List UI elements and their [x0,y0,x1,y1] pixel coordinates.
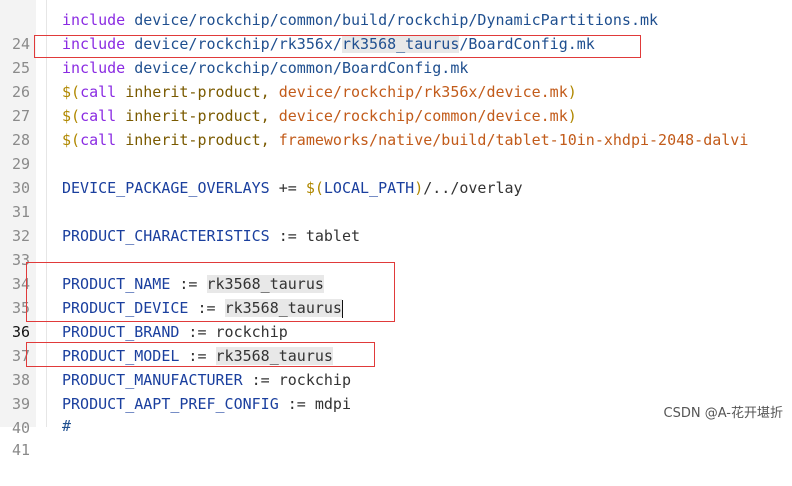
annotation-box-model [26,342,375,367]
operator: := [242,371,279,389]
paren: ) [414,179,424,197]
code-text: /../overlay [423,179,523,197]
code-line[interactable]: 33 PRODUCT_CHARACTERISTICS := tablet [0,224,792,269]
paren: $( [62,107,81,125]
code-line[interactable]: 30 [0,152,792,197]
code-line[interactable]: 37 PRODUCT_BRAND := rockchip [0,320,792,365]
function-name: inherit-product, [116,131,270,149]
variable-name: PRODUCT_MANUFACTURER [62,371,243,389]
comment: # [62,417,72,435]
keyword: include [62,59,126,77]
keyword: include [62,11,126,29]
code-line[interactable]: 24 include device/rockchip/common/build/… [0,8,792,53]
variable-name: PRODUCT_BRAND [62,323,180,341]
string: device/rockchip/rk356x/device.mk [269,83,568,101]
line-number: 41 [11,441,30,459]
code-text: device/rockchip/common/BoardConfig.mk [125,59,469,77]
annotation-box-boardconfig [34,35,641,58]
variable-name: PRODUCT_AAPT_PREF_CONFIG [62,395,279,413]
variable-name: DEVICE_PACKAGE_OVERLAYS [62,179,270,197]
keyword: call [80,131,117,149]
keyword: call [80,107,117,125]
paren: $( [62,131,81,149]
code-line[interactable]: 28 $(call inherit-product, device/rockch… [0,104,792,149]
code-line[interactable]: 32 [0,200,792,245]
paren: ) [567,107,577,125]
annotation-box-name-device [26,262,395,322]
value: mdpi [314,395,351,413]
code-line[interactable]: 26 include device/rockchip/common/BoardC… [0,56,792,101]
value: tablet [305,227,361,245]
code-line[interactable]: 39 PRODUCT_MANUFACTURER := rockchip [0,368,792,413]
operator: := [179,323,216,341]
operator: += [269,179,306,197]
variable-name: PRODUCT_CHARACTERISTICS [62,227,270,245]
string: frameworks/native/build/tablet-10in-xhdp… [269,131,749,149]
operator: := [278,395,315,413]
paren: $( [62,83,81,101]
string: device/rockchip/common/device.mk [269,107,568,125]
code-text: device/rockchip/common/build/rockchip/Dy… [125,11,659,29]
paren: ) [567,83,577,101]
watermark: CSDN @A-花开堪折 [660,402,786,421]
code-line[interactable]: 29 $(call inherit-product, frameworks/na… [0,128,792,173]
code-line[interactable]: 31 DEVICE_PACKAGE_OVERLAYS += $(LOCAL_PA… [0,176,792,221]
function-name: inherit-product, [116,83,270,101]
variable-name: LOCAL_PATH [323,179,415,197]
paren: $( [305,179,324,197]
function-name: inherit-product, [116,107,270,125]
operator: := [269,227,306,245]
value: rockchip [215,323,288,341]
keyword: call [80,83,117,101]
code-line[interactable]: 27 $(call inherit-product, device/rockch… [0,80,792,125]
value: rockchip [278,371,351,389]
